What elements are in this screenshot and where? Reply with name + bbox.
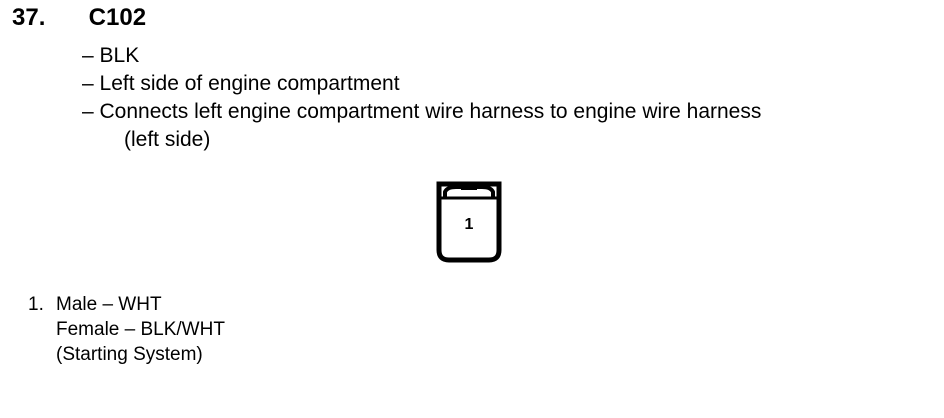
- connector-description: – BLK – Left side of engine compartment …: [82, 42, 761, 154]
- connector-lock-tab: [461, 184, 477, 190]
- connector-code: C102: [88, 4, 147, 31]
- pin-number-label: 1: [464, 216, 474, 233]
- pin-male-wire: Male – WHT: [56, 294, 162, 315]
- location-bullet: – Left side of engine compartment: [82, 72, 400, 95]
- color-bullet: – BLK: [82, 44, 140, 67]
- connection-bullet-continuation: (left side): [124, 128, 211, 151]
- pin-system: (Starting System): [56, 344, 203, 365]
- pin-item: 1. Male – WHT: [28, 292, 225, 317]
- connection-bullet: – Connects left engine compartment wire …: [82, 100, 762, 123]
- pin-female-wire: Female – BLK/WHT: [56, 319, 225, 340]
- connector-number: 37.: [12, 4, 46, 31]
- pin-number: 1.: [28, 294, 44, 315]
- connector-heading: 37. C102: [12, 4, 146, 32]
- pin-list: 1. Male – WHT Female – BLK/WHT (Starting …: [28, 292, 225, 367]
